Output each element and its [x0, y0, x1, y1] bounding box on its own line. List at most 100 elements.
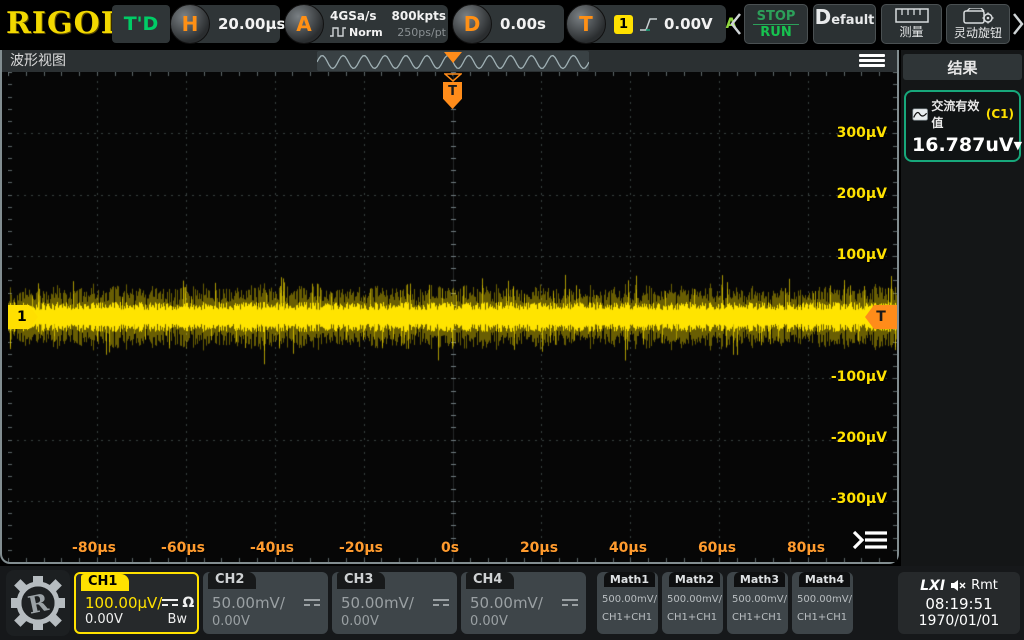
ch1-bandwidth-label: Bw	[167, 612, 187, 627]
system-date: 1970/01/01	[919, 613, 1000, 629]
math1-expression: CH1+CH1	[602, 612, 652, 623]
math-box-math3[interactable]: Math3 500.00mV/ CH1+CH1	[727, 572, 788, 634]
channel-box-ch2[interactable]: CH2 50.00mV/ 0.00V	[203, 572, 328, 634]
ch1-tab: CH1	[81, 574, 129, 591]
math3-scale: 500.00mV/	[732, 594, 787, 605]
math4-expression: CH1+CH1	[797, 612, 847, 623]
acquire-info: 4GSa/s 800kpts Norm 250ps/pt	[330, 8, 446, 40]
sample-rate: 4GSa/s	[330, 9, 376, 23]
rigol-logo: RIGOL	[6, 6, 123, 41]
trigger-knob-icon[interactable]: T	[566, 4, 606, 44]
hpos-marker	[444, 52, 462, 63]
default-label-initial: D	[815, 5, 832, 29]
math-box-math4[interactable]: Math4 500.00mV/ CH1+CH1	[792, 572, 853, 634]
measurement-source: (C1)	[986, 107, 1014, 121]
horizontal-position-strip[interactable]	[317, 51, 589, 71]
ch2-offset: 0.00V	[212, 614, 250, 629]
math-box-math1[interactable]: Math1 500.00mV/ CH1+CH1	[597, 572, 658, 634]
y-axis-label: 200µV	[817, 186, 887, 206]
acquire-menu-button[interactable]: A 4GSa/s 800kpts Norm 250ps/pt	[286, 5, 448, 43]
results-panel-title: 结果	[903, 54, 1022, 80]
y-axis-label: -300µV	[817, 491, 887, 511]
lxi-logo: LXI	[920, 578, 945, 594]
ch3-offset: 0.00V	[341, 614, 379, 629]
y-axis-label: -200µV	[817, 430, 887, 450]
ch1-offset: 0.00V	[85, 612, 123, 627]
sound-muted-icon	[950, 579, 966, 592]
x-axis-label: -20µs	[331, 540, 391, 560]
ch4-tab: CH4	[466, 572, 514, 589]
waveform-window: 波形视图 T 1 T 300µV 200µV 100µV -100µV -200…	[0, 50, 899, 564]
measurement-value: 16.787uV	[912, 134, 1014, 156]
channel-box-ch3[interactable]: CH3 50.00mV/ 0.00V	[332, 572, 457, 634]
y-axis-label: -100µV	[817, 369, 887, 389]
sample-resolution: 250ps/pt	[397, 26, 446, 39]
channel-box-ch1[interactable]: CH1 100.00µV/ Ω 0.00V Bw	[74, 572, 199, 634]
math2-tab: Math2	[669, 572, 720, 587]
ch2-scale: 50.00mV/	[212, 594, 285, 612]
x-axis-label: -60µs	[153, 540, 213, 560]
math3-tab: Math3	[734, 572, 785, 587]
impedance-label: Ω	[182, 595, 194, 611]
dc-coupling-icon	[562, 599, 578, 608]
measure-label: 测量	[899, 23, 923, 40]
channel-box-ch4[interactable]: CH4 50.00mV/ 0.00V	[461, 572, 586, 634]
x-axis-label: -40µs	[242, 540, 302, 560]
rising-edge-icon	[640, 17, 657, 32]
math2-scale: 500.00mV/	[667, 594, 722, 605]
math4-scale: 500.00mV/	[797, 594, 852, 605]
flex-knob-label: 灵动旋钮	[954, 24, 1002, 41]
memory-depth: 800kpts	[392, 9, 447, 23]
graticule[interactable]: T 1 T 300µV 200µV 100µV -100µV -200µV -3…	[8, 72, 897, 562]
x-axis-label: 80µs	[776, 540, 836, 560]
results-panel: 结果 交流有效值(C1) 16.787uV ▼	[901, 50, 1024, 566]
rigol-gear-logo[interactable]: R	[6, 570, 70, 636]
horizontal-scale-value: 20.00µs/	[218, 5, 291, 43]
ruler-icon	[895, 8, 929, 23]
x-axis-label: 40µs	[598, 540, 658, 560]
math4-tab: Math4	[799, 572, 850, 587]
horizontal-menu-button[interactable]: H 20.00µs/	[172, 5, 280, 43]
math1-tab: Math1	[604, 572, 655, 587]
remote-indicator: Rmt	[971, 578, 998, 593]
trigger-menu-button[interactable]: T 1 0.00V A	[568, 5, 726, 43]
stop-label: STOP	[753, 9, 800, 25]
toolbar-prev-chevron[interactable]	[729, 12, 743, 36]
dc-coupling-icon	[162, 599, 178, 608]
y-axis-label: 100µV	[817, 247, 887, 267]
delay-menu-button[interactable]: D 0.00s	[454, 5, 564, 43]
measure-button[interactable]: 测量	[881, 4, 942, 44]
x-axis-label: 60µs	[687, 540, 747, 560]
measurement-label: 交流有效值	[931, 97, 983, 131]
math-box-math2[interactable]: Math2 500.00mV/ CH1+CH1	[662, 572, 723, 634]
delay-knob-icon[interactable]: D	[452, 4, 492, 44]
flex-knob-button[interactable]: 灵动旋钮	[946, 4, 1010, 44]
horizontal-knob-icon[interactable]: H	[170, 4, 210, 44]
ch3-tab: CH3	[337, 572, 385, 589]
dc-coupling-icon	[304, 599, 320, 608]
dc-coupling-icon	[433, 599, 449, 608]
expand-menu-icon[interactable]	[851, 528, 889, 552]
acquire-knob-icon[interactable]: A	[284, 4, 324, 44]
trigger-level-value: 0.00V	[664, 15, 713, 33]
ch4-offset: 0.00V	[470, 614, 508, 629]
y-axis-label: 300µV	[817, 125, 887, 145]
waveform-menu-icon[interactable]	[859, 54, 885, 68]
default-label-rest: efault	[831, 13, 874, 28]
math1-scale: 500.00mV/	[602, 594, 657, 605]
ch4-scale: 50.00mV/	[470, 594, 543, 612]
x-axis-label: 20µs	[509, 540, 569, 560]
stop-run-button[interactable]: STOP RUN	[744, 4, 808, 44]
system-status-box[interactable]: LXI Rmt 08:19:51 1970/01/01	[898, 572, 1020, 634]
default-button[interactable]: Default	[813, 4, 876, 44]
measurement-dropdown-icon[interactable]: ▼	[1014, 139, 1022, 152]
acquire-mode: Norm	[349, 26, 383, 39]
top-toolbar: RIGOL T'D H 20.00µs/ A 4GSa/s 800kpts No…	[0, 0, 1024, 48]
system-time: 08:19:51	[925, 595, 992, 613]
trigger-source-badge: 1	[614, 15, 633, 34]
math2-expression: CH1+CH1	[667, 612, 717, 623]
toolbar-next-chevron[interactable]	[1011, 12, 1024, 36]
ch3-scale: 50.00mV/	[341, 594, 414, 612]
measurement-card[interactable]: 交流有效值(C1) 16.787uV ▼	[904, 90, 1021, 162]
square-wave-icon	[330, 27, 346, 37]
